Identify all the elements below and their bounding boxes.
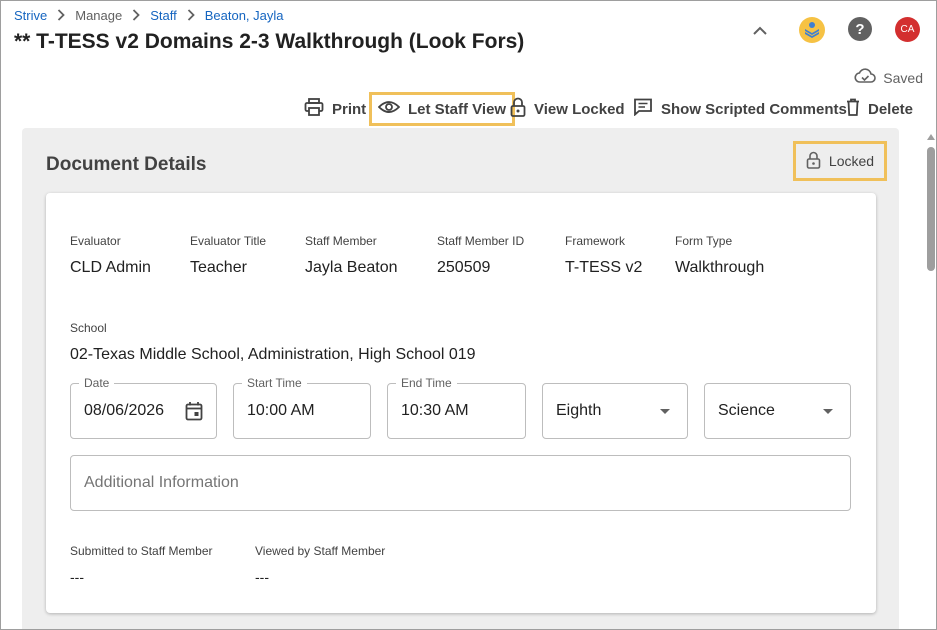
framework-value: T-TESS v2 — [565, 259, 643, 276]
locked-status[interactable]: Locked — [793, 141, 887, 181]
breadcrumb-strive[interactable]: Strive — [14, 8, 47, 23]
show-scripted-comments-label: Show Scripted Comments — [661, 100, 847, 118]
staff-member-label: Staff Member — [305, 234, 377, 248]
calendar-icon[interactable] — [182, 399, 206, 423]
date-value[interactable]: 08/06/2026 — [84, 402, 174, 420]
cloud-check-icon — [854, 68, 877, 87]
additional-information-placeholder: Additional Information — [84, 474, 239, 491]
evaluator-label: Evaluator — [70, 234, 121, 248]
evaluator-value: CLD Admin — [70, 259, 151, 276]
breadcrumb-staff[interactable]: Staff — [150, 8, 177, 23]
dropdown-arrow-icon — [816, 399, 840, 423]
school-label: School — [70, 321, 107, 335]
eye-icon — [377, 100, 401, 118]
submitted-label: Submitted to Staff Member — [70, 544, 213, 558]
lock-icon — [510, 97, 526, 121]
section-title: Document Details — [46, 154, 207, 175]
scrollbar[interactable] — [924, 128, 937, 630]
document-details-panel: Document Details Locked Evaluator CLD Ad… — [22, 128, 899, 630]
evaluator-title-value: Teacher — [190, 259, 247, 276]
dropdown-arrow-icon — [653, 399, 677, 423]
show-scripted-comments-button[interactable]: Show Scripted Comments — [633, 92, 847, 126]
print-label: Print — [332, 100, 367, 118]
framework-label: Framework — [565, 234, 626, 248]
breadcrumb-manage: Manage — [75, 7, 123, 23]
end-time-field[interactable]: End Time 10:30 AM — [387, 376, 526, 439]
avatar[interactable]: CA — [895, 17, 920, 42]
save-status: Saved — [854, 68, 923, 87]
viewed-value: --- — [255, 569, 269, 585]
scrollbar-thumb[interactable] — [927, 147, 935, 271]
let-staff-view-label: Let Staff View — [408, 100, 507, 118]
chevron-right-icon — [177, 9, 205, 21]
page-title: ** T-TESS v2 Domains 2-3 Walkthrough (Lo… — [14, 30, 525, 53]
staff-member-id-label: Staff Member ID — [437, 234, 525, 248]
chevron-up-icon[interactable] — [748, 18, 772, 42]
trash-icon — [846, 98, 860, 120]
school-value: 02-Texas Middle School, Administration, … — [70, 346, 476, 363]
chevron-right-icon — [47, 9, 75, 21]
start-time-value[interactable]: 10:00 AM — [247, 402, 315, 420]
subject-value: Science — [718, 402, 775, 419]
date-label: Date — [79, 376, 115, 390]
delete-label: Delete — [868, 100, 914, 118]
saved-label: Saved — [883, 69, 923, 86]
viewed-label: Viewed by Staff Member — [255, 544, 386, 558]
end-time-value[interactable]: 10:30 AM — [401, 402, 469, 420]
view-locked-button[interactable]: View Locked — [510, 92, 625, 126]
printer-icon — [304, 98, 324, 120]
evaluator-title-label: Evaluator Title — [190, 234, 267, 248]
breadcrumb: Strive Manage Staff Beaton, Jayla — [14, 7, 284, 23]
comment-icon — [633, 98, 653, 120]
view-locked-label: View Locked — [534, 100, 625, 118]
lock-icon — [806, 151, 821, 172]
end-time-label: End Time — [396, 376, 457, 390]
document-toolbar: Print Let Staff View View Locked Show Sc… — [0, 92, 937, 126]
breadcrumb-staff-member[interactable]: Beaton, Jayla — [205, 8, 284, 23]
scroll-up-arrow-icon[interactable] — [927, 134, 935, 140]
details-card: Evaluator CLD Admin Evaluator Title Teac… — [46, 193, 876, 613]
date-field[interactable]: Date 08/06/2026 — [70, 376, 217, 439]
staff-member-value: Jayla Beaton — [305, 259, 398, 276]
grade-select[interactable]: Eighth — [542, 383, 688, 439]
help-icon[interactable]: ? — [848, 17, 872, 41]
locked-label: Locked — [828, 153, 875, 169]
grade-value: Eighth — [556, 402, 602, 419]
start-time-field[interactable]: Start Time 10:00 AM — [233, 376, 371, 439]
additional-information-field[interactable]: Additional Information — [70, 455, 851, 511]
delete-button[interactable]: Delete — [846, 92, 913, 126]
start-time-label: Start Time — [242, 376, 307, 390]
submitted-value: --- — [70, 569, 84, 585]
let-staff-view-button[interactable]: Let Staff View — [369, 92, 516, 126]
staff-member-id-value: 250509 — [437, 259, 491, 276]
form-type-label: Form Type — [675, 234, 733, 248]
chevron-right-icon — [122, 9, 150, 21]
form-type-value: Walkthrough — [675, 259, 765, 276]
subject-select[interactable]: Science — [704, 383, 851, 439]
print-button[interactable]: Print — [304, 92, 366, 126]
app-logo-icon[interactable] — [799, 17, 825, 43]
